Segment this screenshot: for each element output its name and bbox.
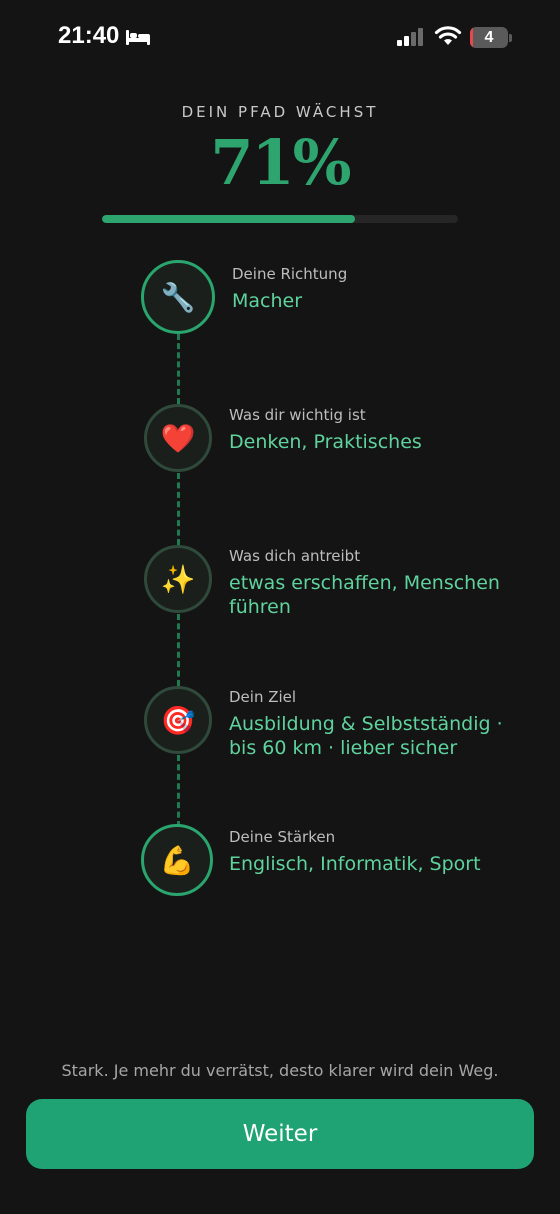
step-node-direction: 🔧 (141, 260, 215, 334)
step-node-motivation: ✨ (144, 545, 212, 613)
timeline-connector (177, 334, 180, 404)
progress-percent: 71% (210, 126, 351, 199)
step-value: Denken, Praktisches (229, 431, 422, 453)
target-icon: 🎯 (160, 703, 196, 737)
step-goal: Dein Ziel Ausbildung & Selbstständig · b… (229, 688, 529, 760)
timeline-connector (177, 614, 180, 686)
status-bar: 21:40 4 (0, 0, 560, 78)
step-value: etwas erschaffen, Menschen führen (229, 572, 500, 618)
progress-kicker: DEIN PFAD WÄCHST (181, 103, 379, 121)
step-direction: Deine Richtung Macher (232, 265, 532, 313)
step-strengths: Deine Stärken Englisch, Informatik, Spor… (229, 828, 529, 876)
flexed-biceps-icon: 💪 (159, 843, 195, 877)
battery-tip (509, 34, 512, 42)
battery-icon: 4 (470, 27, 508, 48)
battery-level: 4 (484, 29, 494, 46)
sparkles-icon: ✨ (160, 562, 196, 596)
timeline-connector (177, 755, 180, 827)
bed-icon (126, 30, 150, 45)
step-label: Dein Ziel (229, 688, 297, 706)
step-node-strengths: 💪 (141, 824, 213, 896)
step-label: Was dir wichtig ist (229, 406, 366, 424)
signal-icon (397, 28, 423, 46)
heart-icon: ❤️ (160, 421, 196, 455)
step-motivation: Was dich antreibt etwas erschaffen, Mens… (229, 547, 529, 619)
progress-bar (102, 215, 458, 223)
step-value: Ausbildung & Selbstständig · bis 60 km ·… (229, 713, 503, 759)
step-label: Was dich antreibt (229, 547, 361, 565)
step-label: Deine Richtung (232, 265, 348, 283)
progress-bar-fill (102, 215, 355, 223)
step-node-values: ❤️ (144, 404, 212, 472)
continue-button[interactable]: Weiter (26, 1099, 534, 1169)
step-node-goal: 🎯 (144, 686, 212, 754)
step-label: Deine Stärken (229, 828, 336, 846)
wrench-icon: 🔧 (160, 280, 196, 314)
timeline-connector (177, 473, 180, 545)
step-values: Was dir wichtig ist Denken, Praktisches (229, 406, 529, 454)
step-value: Englisch, Informatik, Sport (229, 853, 481, 875)
status-time: 21:40 (58, 22, 120, 49)
encouragement-text: Stark. Je mehr du verrätst, desto klarer… (61, 1061, 499, 1080)
step-value: Macher (232, 290, 303, 312)
wifi-icon (434, 26, 462, 45)
